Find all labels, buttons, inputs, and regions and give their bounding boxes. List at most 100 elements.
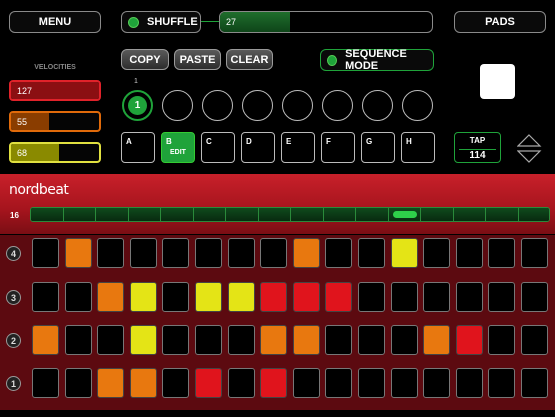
step-pad[interactable] xyxy=(195,325,222,355)
tempo-down-icon[interactable] xyxy=(517,150,542,163)
step-pad[interactable] xyxy=(64,325,92,355)
step-pad[interactable] xyxy=(455,282,483,312)
pattern-g[interactable]: G xyxy=(361,132,395,163)
step-pad[interactable] xyxy=(488,368,516,398)
step-pad[interactable] xyxy=(129,325,157,355)
sequence-slot-3[interactable] xyxy=(202,90,233,121)
step-pad[interactable] xyxy=(227,238,255,268)
menu-button[interactable]: MENU xyxy=(9,11,101,33)
step-pad[interactable] xyxy=(488,282,516,312)
shuffle-button[interactable]: SHUFFLE xyxy=(121,11,201,33)
pads-button[interactable]: PADS xyxy=(454,11,546,33)
step-pad[interactable] xyxy=(325,282,353,312)
step-pad[interactable] xyxy=(325,238,353,268)
step-pad[interactable] xyxy=(129,238,157,268)
step-pad[interactable] xyxy=(227,325,255,355)
step-pad[interactable] xyxy=(325,368,353,398)
velocity-slider-2[interactable]: 55 xyxy=(9,111,101,132)
step-pad[interactable] xyxy=(358,282,385,312)
step-pad[interactable] xyxy=(390,368,418,398)
step-position-bar[interactable] xyxy=(30,207,550,222)
step-pad[interactable] xyxy=(97,368,125,398)
step-pad[interactable] xyxy=(195,238,222,268)
sequence-mode-button[interactable]: SEQUENCE MODE xyxy=(320,48,434,72)
step-pad[interactable] xyxy=(260,325,288,355)
step-pad[interactable] xyxy=(488,325,516,355)
step-pad[interactable] xyxy=(32,238,59,268)
step-pad[interactable] xyxy=(521,368,548,398)
step-pad[interactable] xyxy=(129,368,157,398)
step-pad[interactable] xyxy=(32,282,59,312)
step-pad[interactable] xyxy=(325,325,353,355)
step-pad[interactable] xyxy=(227,368,255,398)
step-pad[interactable] xyxy=(521,282,548,312)
sequence-slot-6[interactable] xyxy=(322,90,353,121)
step-pad[interactable] xyxy=(195,282,222,312)
tap-label: TAP xyxy=(469,136,486,145)
pattern-c[interactable]: C xyxy=(201,132,235,163)
step-pad[interactable] xyxy=(97,325,125,355)
step-pad[interactable] xyxy=(390,238,418,268)
step-pad[interactable] xyxy=(455,238,483,268)
step-pad[interactable] xyxy=(32,325,59,355)
paste-button[interactable]: PASTE xyxy=(174,49,221,70)
step-pad[interactable] xyxy=(488,238,516,268)
step-pad[interactable] xyxy=(423,368,451,398)
step-pad[interactable] xyxy=(260,238,288,268)
sequence-slot-2[interactable] xyxy=(162,90,193,121)
step-pad[interactable] xyxy=(64,282,92,312)
step-pad[interactable] xyxy=(292,368,320,398)
clear-button[interactable]: CLEAR xyxy=(226,49,273,70)
sequence-slot-8[interactable] xyxy=(402,90,433,121)
step-pad[interactable] xyxy=(292,325,320,355)
step-pad[interactable] xyxy=(195,368,222,398)
sequence-slot-1[interactable]: 1 xyxy=(122,90,153,121)
step-pad[interactable] xyxy=(423,325,451,355)
sequence-mode-label: SEQUENCE MODE xyxy=(345,48,407,72)
step-pad[interactable] xyxy=(358,368,385,398)
step-pad[interactable] xyxy=(260,282,288,312)
copy-button[interactable]: COPY xyxy=(121,49,169,70)
pattern-d[interactable]: D xyxy=(241,132,275,163)
tap-tempo-button[interactable]: TAP 114 xyxy=(454,132,501,163)
step-pad[interactable] xyxy=(97,282,125,312)
velocity-slider-1[interactable]: 127 xyxy=(9,80,101,101)
step-pad[interactable] xyxy=(455,325,483,355)
step-pad[interactable] xyxy=(292,282,320,312)
step-pad[interactable] xyxy=(292,238,320,268)
step-pad[interactable] xyxy=(162,238,190,268)
step-pad[interactable] xyxy=(162,368,190,398)
sequence-slot-5[interactable] xyxy=(282,90,313,121)
velocity-slider-3[interactable]: 68 xyxy=(9,142,101,163)
pattern-b[interactable]: B EDIT xyxy=(161,132,195,163)
step-pad[interactable] xyxy=(390,282,418,312)
step-pad[interactable] xyxy=(64,238,92,268)
step-pad[interactable] xyxy=(423,238,451,268)
tempo-stepper[interactable] xyxy=(517,133,542,164)
step-pad[interactable] xyxy=(521,238,548,268)
step-pad[interactable] xyxy=(162,282,190,312)
lane-number-icon: 2 xyxy=(6,333,21,348)
step-pad[interactable] xyxy=(260,368,288,398)
step-pad[interactable] xyxy=(129,282,157,312)
step-pad[interactable] xyxy=(32,368,59,398)
step-pad[interactable] xyxy=(358,238,385,268)
pattern-a[interactable]: A xyxy=(121,132,155,163)
sequence-slot-7[interactable] xyxy=(362,90,393,121)
step-pad[interactable] xyxy=(358,325,385,355)
pattern-e[interactable]: E xyxy=(281,132,315,163)
step-pad[interactable] xyxy=(64,368,92,398)
step-pad[interactable] xyxy=(390,325,418,355)
step-pad[interactable] xyxy=(521,325,548,355)
pattern-f[interactable]: F xyxy=(321,132,355,163)
step-pad[interactable] xyxy=(162,325,190,355)
step-pad[interactable] xyxy=(97,238,125,268)
step-pad[interactable] xyxy=(423,282,451,312)
pad-preview[interactable] xyxy=(480,64,515,99)
shuffle-slider[interactable]: 27 xyxy=(219,11,433,33)
pattern-h[interactable]: H xyxy=(401,132,435,163)
tempo-up-icon[interactable] xyxy=(517,134,542,147)
step-pad[interactable] xyxy=(227,282,255,312)
sequence-slot-4[interactable] xyxy=(242,90,273,121)
step-pad[interactable] xyxy=(455,368,483,398)
